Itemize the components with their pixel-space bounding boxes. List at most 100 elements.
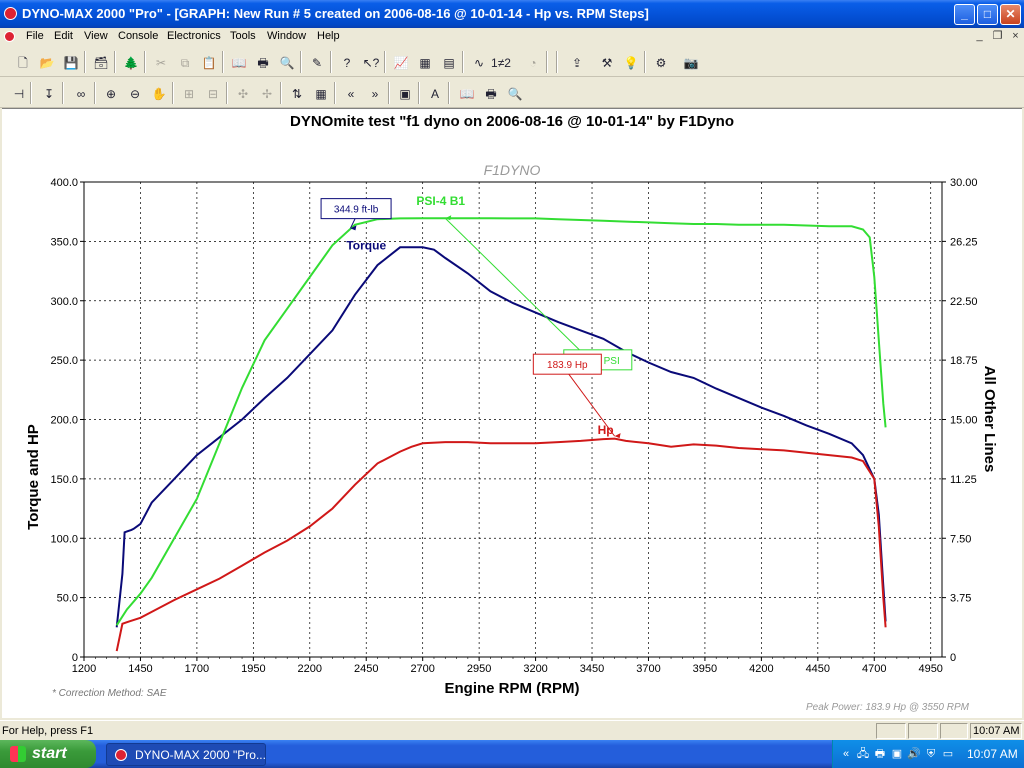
cursor2-icon[interactable]: ✢ xyxy=(256,82,278,104)
y-tick-label: 50.0 xyxy=(57,593,78,605)
document-icon[interactable] xyxy=(4,31,15,42)
clock[interactable]: 10:07 AM xyxy=(967,747,1018,761)
status-panel xyxy=(940,723,968,739)
open-icon[interactable]: 📂 xyxy=(36,51,58,73)
mdi-restore-button[interactable]: ❐ xyxy=(990,30,1005,43)
status-panel xyxy=(876,723,906,739)
watermark: F1DYNO xyxy=(484,162,541,178)
monitor-icon[interactable]: ▣ xyxy=(890,747,904,761)
security-icon[interactable]: ⛨ xyxy=(924,747,938,761)
table-icon[interactable]: ▤ xyxy=(438,51,460,73)
mdi-close-button[interactable]: × xyxy=(1008,30,1023,43)
toolbar-separator xyxy=(462,51,464,73)
save-icon[interactable]: 💾 xyxy=(60,51,82,73)
book-icon[interactable]: 📖 xyxy=(228,51,250,73)
preview2-icon[interactable]: 🔍 xyxy=(504,82,526,104)
paste-icon[interactable]: 📋 xyxy=(198,51,220,73)
peak-power-note: Peak Power: 183.9 Hp @ 3550 RPM xyxy=(806,702,970,713)
grid-table-icon[interactable]: ▦ xyxy=(310,82,332,104)
next-icon[interactable]: » xyxy=(364,82,386,104)
scale-icon[interactable]: ⇅ xyxy=(286,82,308,104)
toolbar-separator xyxy=(448,82,450,104)
menu-help[interactable]: Help xyxy=(317,30,340,42)
step-icon[interactable]: 1≠2 xyxy=(490,51,512,73)
export-icon[interactable]: ⇪ xyxy=(566,51,588,73)
system-tray: 10:07 AM «🖧 🖶 ▣ 🔊 ⛨ ▭ xyxy=(832,740,1024,768)
gauge-icon[interactable]: ◔ xyxy=(522,51,544,73)
toolbar-separator xyxy=(226,82,228,104)
toolbar-separator xyxy=(330,51,332,73)
toolbar-separator xyxy=(334,82,336,104)
arrow-icon[interactable]: « xyxy=(839,747,853,761)
y-tick-label: 200.0 xyxy=(50,415,78,427)
stamp-icon[interactable]: ⊞ xyxy=(178,82,200,104)
toolbar-separator xyxy=(222,51,224,73)
print-icon[interactable]: 🖶 xyxy=(252,51,274,73)
toolbar-separator xyxy=(144,51,146,73)
settings-icon[interactable]: ⚙ xyxy=(650,51,672,73)
print-preview-icon[interactable]: 🔍 xyxy=(276,51,298,73)
app-icon[interactable] xyxy=(4,7,17,20)
menu-view[interactable]: View xyxy=(84,30,108,42)
x-axis-label: Engine RPM (RPM) xyxy=(445,680,580,697)
tree-icon[interactable]: 🌲 xyxy=(120,51,142,73)
graph-icon[interactable]: 📈 xyxy=(390,51,412,73)
wave-icon[interactable]: ∿ xyxy=(468,51,490,73)
menu-edit[interactable]: Edit xyxy=(54,30,73,42)
mdi-minimize-button[interactable]: _ xyxy=(972,30,987,43)
taskbar-item-dynomax[interactable]: DYNO-MAX 2000 "Pro... xyxy=(106,743,266,766)
text-icon[interactable]: A xyxy=(424,82,446,104)
marker-icon[interactable]: ↧ xyxy=(38,82,60,104)
title-bar[interactable]: DYNO-MAX 2000 "Pro" - [GRAPH: New Run # … xyxy=(0,0,1024,28)
toolbar-separator xyxy=(84,51,86,73)
battery-icon[interactable]: ▭ xyxy=(941,747,955,761)
tools-icon[interactable]: ⚒ xyxy=(596,51,618,73)
torque-series-label: Torque xyxy=(346,239,386,253)
x-tick-label: 2200 xyxy=(298,663,322,675)
y2-tick-label: 0 xyxy=(950,652,956,664)
app-icon xyxy=(115,749,127,761)
y-tick-label: 350.0 xyxy=(50,236,78,248)
menu-electronics[interactable]: Electronics xyxy=(167,30,221,42)
context-help-icon[interactable]: ↖? xyxy=(360,51,382,73)
cursor-icon[interactable]: ✣ xyxy=(232,82,254,104)
x-tick-label: 3700 xyxy=(636,663,660,675)
printer-tray-icon[interactable]: 🖶 xyxy=(873,747,887,761)
bulb-icon[interactable]: 💡 xyxy=(620,51,642,73)
menu-console[interactable]: Console xyxy=(118,30,158,42)
start-button[interactable]: start xyxy=(0,740,96,768)
new-icon[interactable]: 🗋 xyxy=(12,51,34,73)
camera-icon[interactable]: 📷 xyxy=(680,51,702,73)
book2-icon[interactable]: 📖 xyxy=(456,82,478,104)
pan-hand-icon[interactable]: ✋ xyxy=(148,82,170,104)
minimize-button[interactable]: _ xyxy=(954,4,975,25)
pin-icon[interactable]: ⊣ xyxy=(8,82,30,104)
grid-icon[interactable]: ▦ xyxy=(414,51,436,73)
copy-icon[interactable]: ⧉ xyxy=(174,51,196,73)
wizard-icon[interactable]: ✎ xyxy=(306,51,328,73)
menu-file[interactable]: File xyxy=(26,30,44,42)
cut-icon[interactable]: ✂ xyxy=(150,51,172,73)
graph-area[interactable]: DYNOmite test "f1 dyno on 2006-08-16 @ 1… xyxy=(2,108,1022,718)
briefcase-icon[interactable]: 🗃 xyxy=(90,51,112,73)
help-icon[interactable]: ? xyxy=(336,51,358,73)
network-icon[interactable]: 🖧 xyxy=(856,747,870,761)
prev-icon[interactable]: « xyxy=(340,82,362,104)
status-help-text: For Help, press F1 xyxy=(2,725,94,737)
menu-tools[interactable]: Tools xyxy=(230,30,256,42)
y-axis-label: Torque and HP xyxy=(25,424,42,530)
x-tick-label: 3450 xyxy=(580,663,604,675)
volume-icon[interactable]: 🔊 xyxy=(907,747,921,761)
y-tick-label: 250.0 xyxy=(50,355,78,367)
maximize-button[interactable]: □ xyxy=(977,4,998,25)
overlay-icon[interactable]: ∞ xyxy=(70,82,92,104)
stamp2-icon[interactable]: ⊟ xyxy=(202,82,224,104)
zoom-in-icon[interactable]: ⊕ xyxy=(100,82,122,104)
y2-tick-label: 15.00 xyxy=(950,415,978,427)
zoom-out-icon[interactable]: ⊖ xyxy=(124,82,146,104)
y2-tick-label: 7.50 xyxy=(950,533,971,545)
close-button[interactable]: ✕ xyxy=(1000,4,1021,25)
graph-window-icon[interactable]: ▣ xyxy=(394,82,416,104)
print2-icon[interactable]: 🖶 xyxy=(480,82,502,104)
menu-window[interactable]: Window xyxy=(267,30,306,42)
